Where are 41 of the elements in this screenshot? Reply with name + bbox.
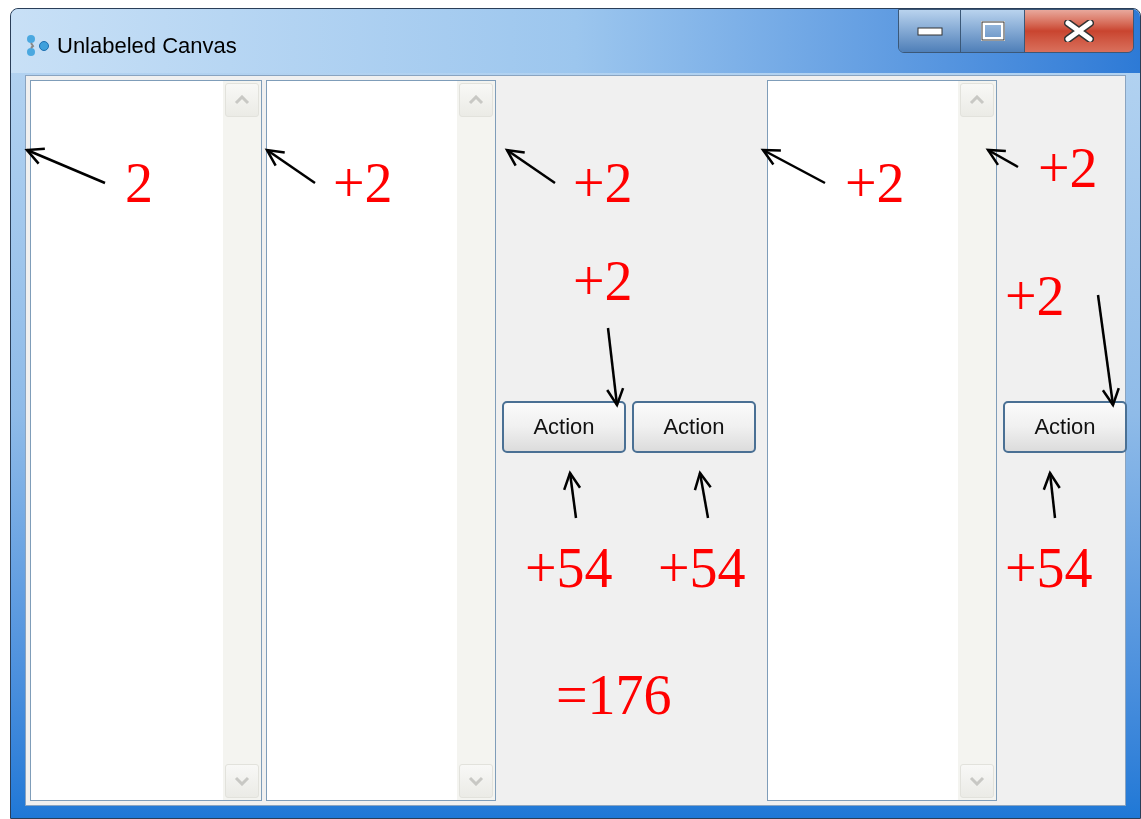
annotation-arrow: [1042, 470, 1061, 519]
scroll-up-button[interactable]: [459, 83, 493, 117]
minimize-icon: [916, 26, 943, 36]
annotation-label: +2: [573, 253, 633, 309]
scroll-up-button[interactable]: [225, 83, 259, 117]
annotation-label: +2: [1005, 268, 1065, 324]
scroll-up-button[interactable]: [960, 83, 994, 117]
annotation-label: +54: [658, 540, 746, 596]
action-button[interactable]: Action: [502, 400, 626, 453]
maximize-icon: [980, 21, 1005, 41]
close-button[interactable]: [1025, 10, 1133, 52]
scroll-down-button[interactable]: [225, 764, 259, 798]
annotation-arrow: [504, 148, 556, 185]
annotation-arrow: [563, 470, 582, 519]
app-icon: [25, 33, 51, 58]
close-icon: [1064, 20, 1094, 42]
list-box[interactable]: [30, 80, 262, 801]
scrollbar[interactable]: [223, 81, 261, 800]
annotation-label: +2: [1038, 140, 1098, 196]
window-title: Unlabeled Canvas: [57, 32, 237, 60]
annotation-label: +54: [1005, 540, 1093, 596]
annotation-label: +54: [525, 540, 613, 596]
scrollbar[interactable]: [457, 81, 495, 800]
annotation-label: +2: [333, 155, 393, 211]
annotation-arrow: [693, 470, 712, 519]
list-box[interactable]: [266, 80, 496, 801]
list-box[interactable]: [767, 80, 997, 801]
action-button[interactable]: Action: [632, 400, 756, 453]
maximize-button[interactable]: [961, 10, 1025, 52]
annotation-label: +2: [573, 155, 633, 211]
annotation-arrow: [760, 148, 826, 185]
scrollbar[interactable]: [958, 81, 996, 800]
annotation-label: +2: [845, 155, 905, 211]
scroll-down-button[interactable]: [960, 764, 994, 798]
scroll-down-button[interactable]: [459, 764, 493, 798]
annotation-arrow: [985, 148, 1019, 169]
minimize-button[interactable]: [899, 10, 961, 52]
annotation-arrow: [264, 148, 316, 185]
annotation-label: 2: [125, 155, 153, 211]
annotation-label: =176: [556, 667, 672, 723]
action-button[interactable]: Action: [1003, 400, 1127, 453]
